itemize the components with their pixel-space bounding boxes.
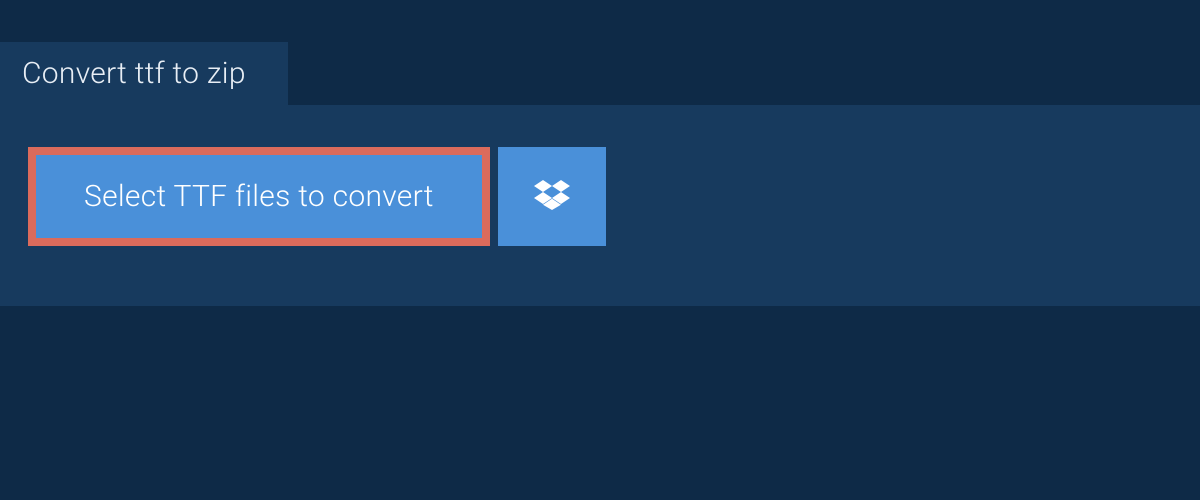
dropbox-icon xyxy=(534,177,570,217)
tab-convert[interactable]: Convert ttf to zip xyxy=(0,42,288,105)
tab-bar: Convert ttf to zip xyxy=(0,0,1200,105)
select-files-label: Select TTF files to convert xyxy=(84,179,434,214)
content-panel: Select TTF files to convert xyxy=(0,105,1200,306)
select-files-button[interactable]: Select TTF files to convert xyxy=(28,147,490,246)
upload-button-row: Select TTF files to convert xyxy=(28,147,1172,246)
dropbox-button[interactable] xyxy=(498,147,606,246)
tab-label: Convert ttf to zip xyxy=(22,56,246,91)
